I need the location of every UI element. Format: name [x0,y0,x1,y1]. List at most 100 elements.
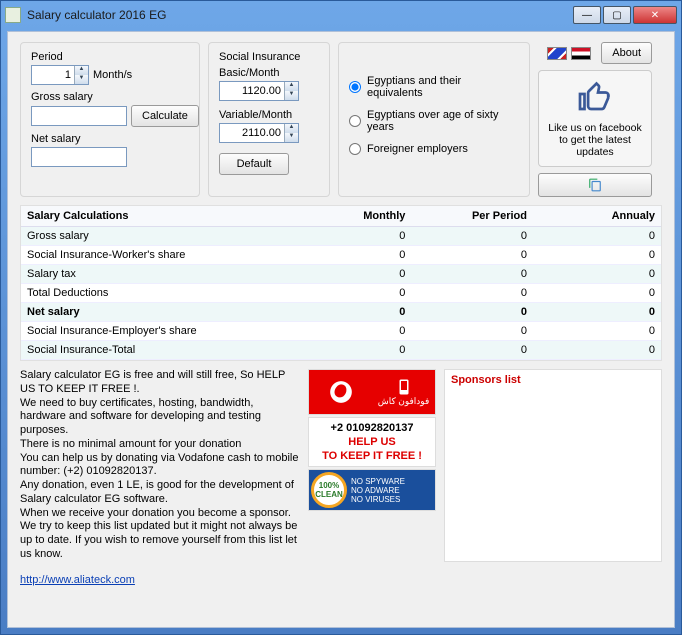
ad-stack: فودافون كاش +2 01092820137 HELP US TO KE… [308,369,436,562]
radio-egyptians-sixty[interactable]: Egyptians over age of sixty years [349,109,519,133]
net-input[interactable] [31,147,127,167]
ad-help2: TO KEEP IT FREE ! [311,450,433,462]
social-title: Social Insurance [219,51,319,63]
cell-monthly: 0 [290,227,412,246]
calculate-button[interactable]: Calculate [131,105,199,127]
cell-monthly: 0 [290,284,412,303]
cell-perperiod: 0 [411,341,533,360]
period-label: Period [31,51,189,63]
app-icon [5,7,21,23]
radio-sixty-input[interactable] [349,115,361,127]
cell-monthly: 0 [290,265,412,284]
table-row: Total Deductions000 [21,284,661,303]
footer-link: http://www.aliateck.com [20,570,662,586]
basic-label: Basic/Month [219,67,319,79]
spin-up-icon[interactable]: ▲ [284,82,298,91]
nationality-group: Egyptians and their equivalents Egyptian… [338,42,530,197]
cell-annualy: 0 [533,246,661,265]
vodafone-logo-icon [309,370,372,414]
table-row: Salary tax000 [21,265,661,284]
radio-egyptians[interactable]: Egyptians and their equivalents [349,75,519,99]
gross-input[interactable] [31,106,127,126]
cell-label: Net salary [21,303,290,322]
spin-up-icon[interactable]: ▲ [284,124,298,133]
ad-help1: HELP US [311,436,433,448]
cell-label: Social Insurance-Employer's share [21,322,290,341]
basic-input[interactable] [220,82,284,100]
default-button[interactable]: Default [219,153,289,175]
radio-egyptians-label: Egyptians and their equivalents [367,75,519,99]
col-label[interactable]: Salary Calculations [21,206,290,227]
facebook-text: Like us on facebook to get the latest up… [545,122,645,158]
cell-perperiod: 0 [411,227,533,246]
net-label: Net salary [31,133,189,145]
salary-table: Salary Calculations Monthly Per Period A… [20,205,662,361]
radio-foreigner-input[interactable] [349,143,361,155]
table-row: Gross salary000 [21,227,661,246]
cell-annualy: 0 [533,341,661,360]
website-link[interactable]: http://www.aliateck.com [20,574,135,586]
table-row: Social Insurance-Worker's share000 [21,246,661,265]
cell-monthly: 0 [290,341,412,360]
gross-label: Gross salary [31,91,189,103]
spin-down-icon[interactable]: ▼ [284,91,298,100]
basic-spinner[interactable]: ▲▼ [219,81,299,101]
cell-label: Gross salary [21,227,290,246]
vodafone-arabic: فودافون كاش [378,396,430,407]
cell-annualy: 0 [533,303,661,322]
titlebar[interactable]: Salary calculator 2016 EG — ▢ ✕ [1,1,681,29]
badge-line: NO ADWARE [351,486,405,495]
copy-button[interactable] [538,173,652,197]
cell-perperiod: 0 [411,265,533,284]
radio-egyptians-input[interactable] [349,81,361,93]
variable-spinner[interactable]: ▲▼ [219,123,299,143]
cell-perperiod: 0 [411,246,533,265]
cell-label: Social Insurance-Worker's share [21,246,290,265]
client-area: Period ▲ ▼ Month/s Gross salary Calculat… [7,31,675,628]
spin-up-icon[interactable]: ▲ [74,66,88,75]
cell-label: Social Insurance-Total [21,341,290,360]
radio-foreigner[interactable]: Foreigner employers [349,143,519,155]
cell-perperiod: 0 [411,303,533,322]
period-input[interactable] [32,66,74,84]
app-window: Salary calculator 2016 EG — ▢ ✕ Period ▲… [0,0,682,635]
spin-down-icon[interactable]: ▼ [284,133,298,142]
variable-input[interactable] [220,124,284,142]
clean-seal-icon: 100%CLEAN [311,472,347,508]
badge-line: NO VIRUSES [351,495,405,504]
cell-annualy: 0 [533,284,661,303]
copy-icon [588,178,602,192]
close-button[interactable]: ✕ [633,6,677,24]
thumbs-up-icon [575,79,615,115]
flag-eg-icon[interactable] [571,47,591,60]
minimize-button[interactable]: — [573,6,601,24]
vodafone-banner: فودافون كاش [308,369,436,415]
radio-sixty-label: Egyptians over age of sixty years [367,109,519,133]
badge-line: NO SPYWARE [351,477,405,486]
phone-icon [395,378,413,396]
cell-monthly: 0 [290,246,412,265]
cell-label: Total Deductions [21,284,290,303]
col-monthly[interactable]: Monthly [290,206,412,227]
clean-badge: 100%CLEAN NO SPYWARE NO ADWARE NO VIRUSE… [308,469,436,511]
donate-text: Salary calculator EG is free and will st… [20,369,300,562]
table-row: Social Insurance-Employer's share000 [21,322,661,341]
flag-uk-icon[interactable] [547,47,567,60]
period-spinner[interactable]: ▲ ▼ [31,65,89,85]
cell-perperiod: 0 [411,284,533,303]
col-perperiod[interactable]: Per Period [411,206,533,227]
period-unit: Month/s [93,69,132,81]
cell-perperiod: 0 [411,322,533,341]
cell-monthly: 0 [290,303,412,322]
help-us-banner: +2 01092820137 HELP US TO KEEP IT FREE ! [308,417,436,467]
about-button[interactable]: About [601,42,652,64]
table-row: Social Insurance-Total000 [21,341,661,360]
facebook-box[interactable]: Like us on facebook to get the latest up… [538,70,652,167]
sponsors-title: Sponsors list [451,374,655,386]
sponsors-panel: Sponsors list [444,369,662,562]
col-annualy[interactable]: Annualy [533,206,661,227]
cell-annualy: 0 [533,322,661,341]
spin-down-icon[interactable]: ▼ [74,75,88,84]
maximize-button[interactable]: ▢ [603,6,631,24]
radio-foreigner-label: Foreigner employers [367,143,468,155]
